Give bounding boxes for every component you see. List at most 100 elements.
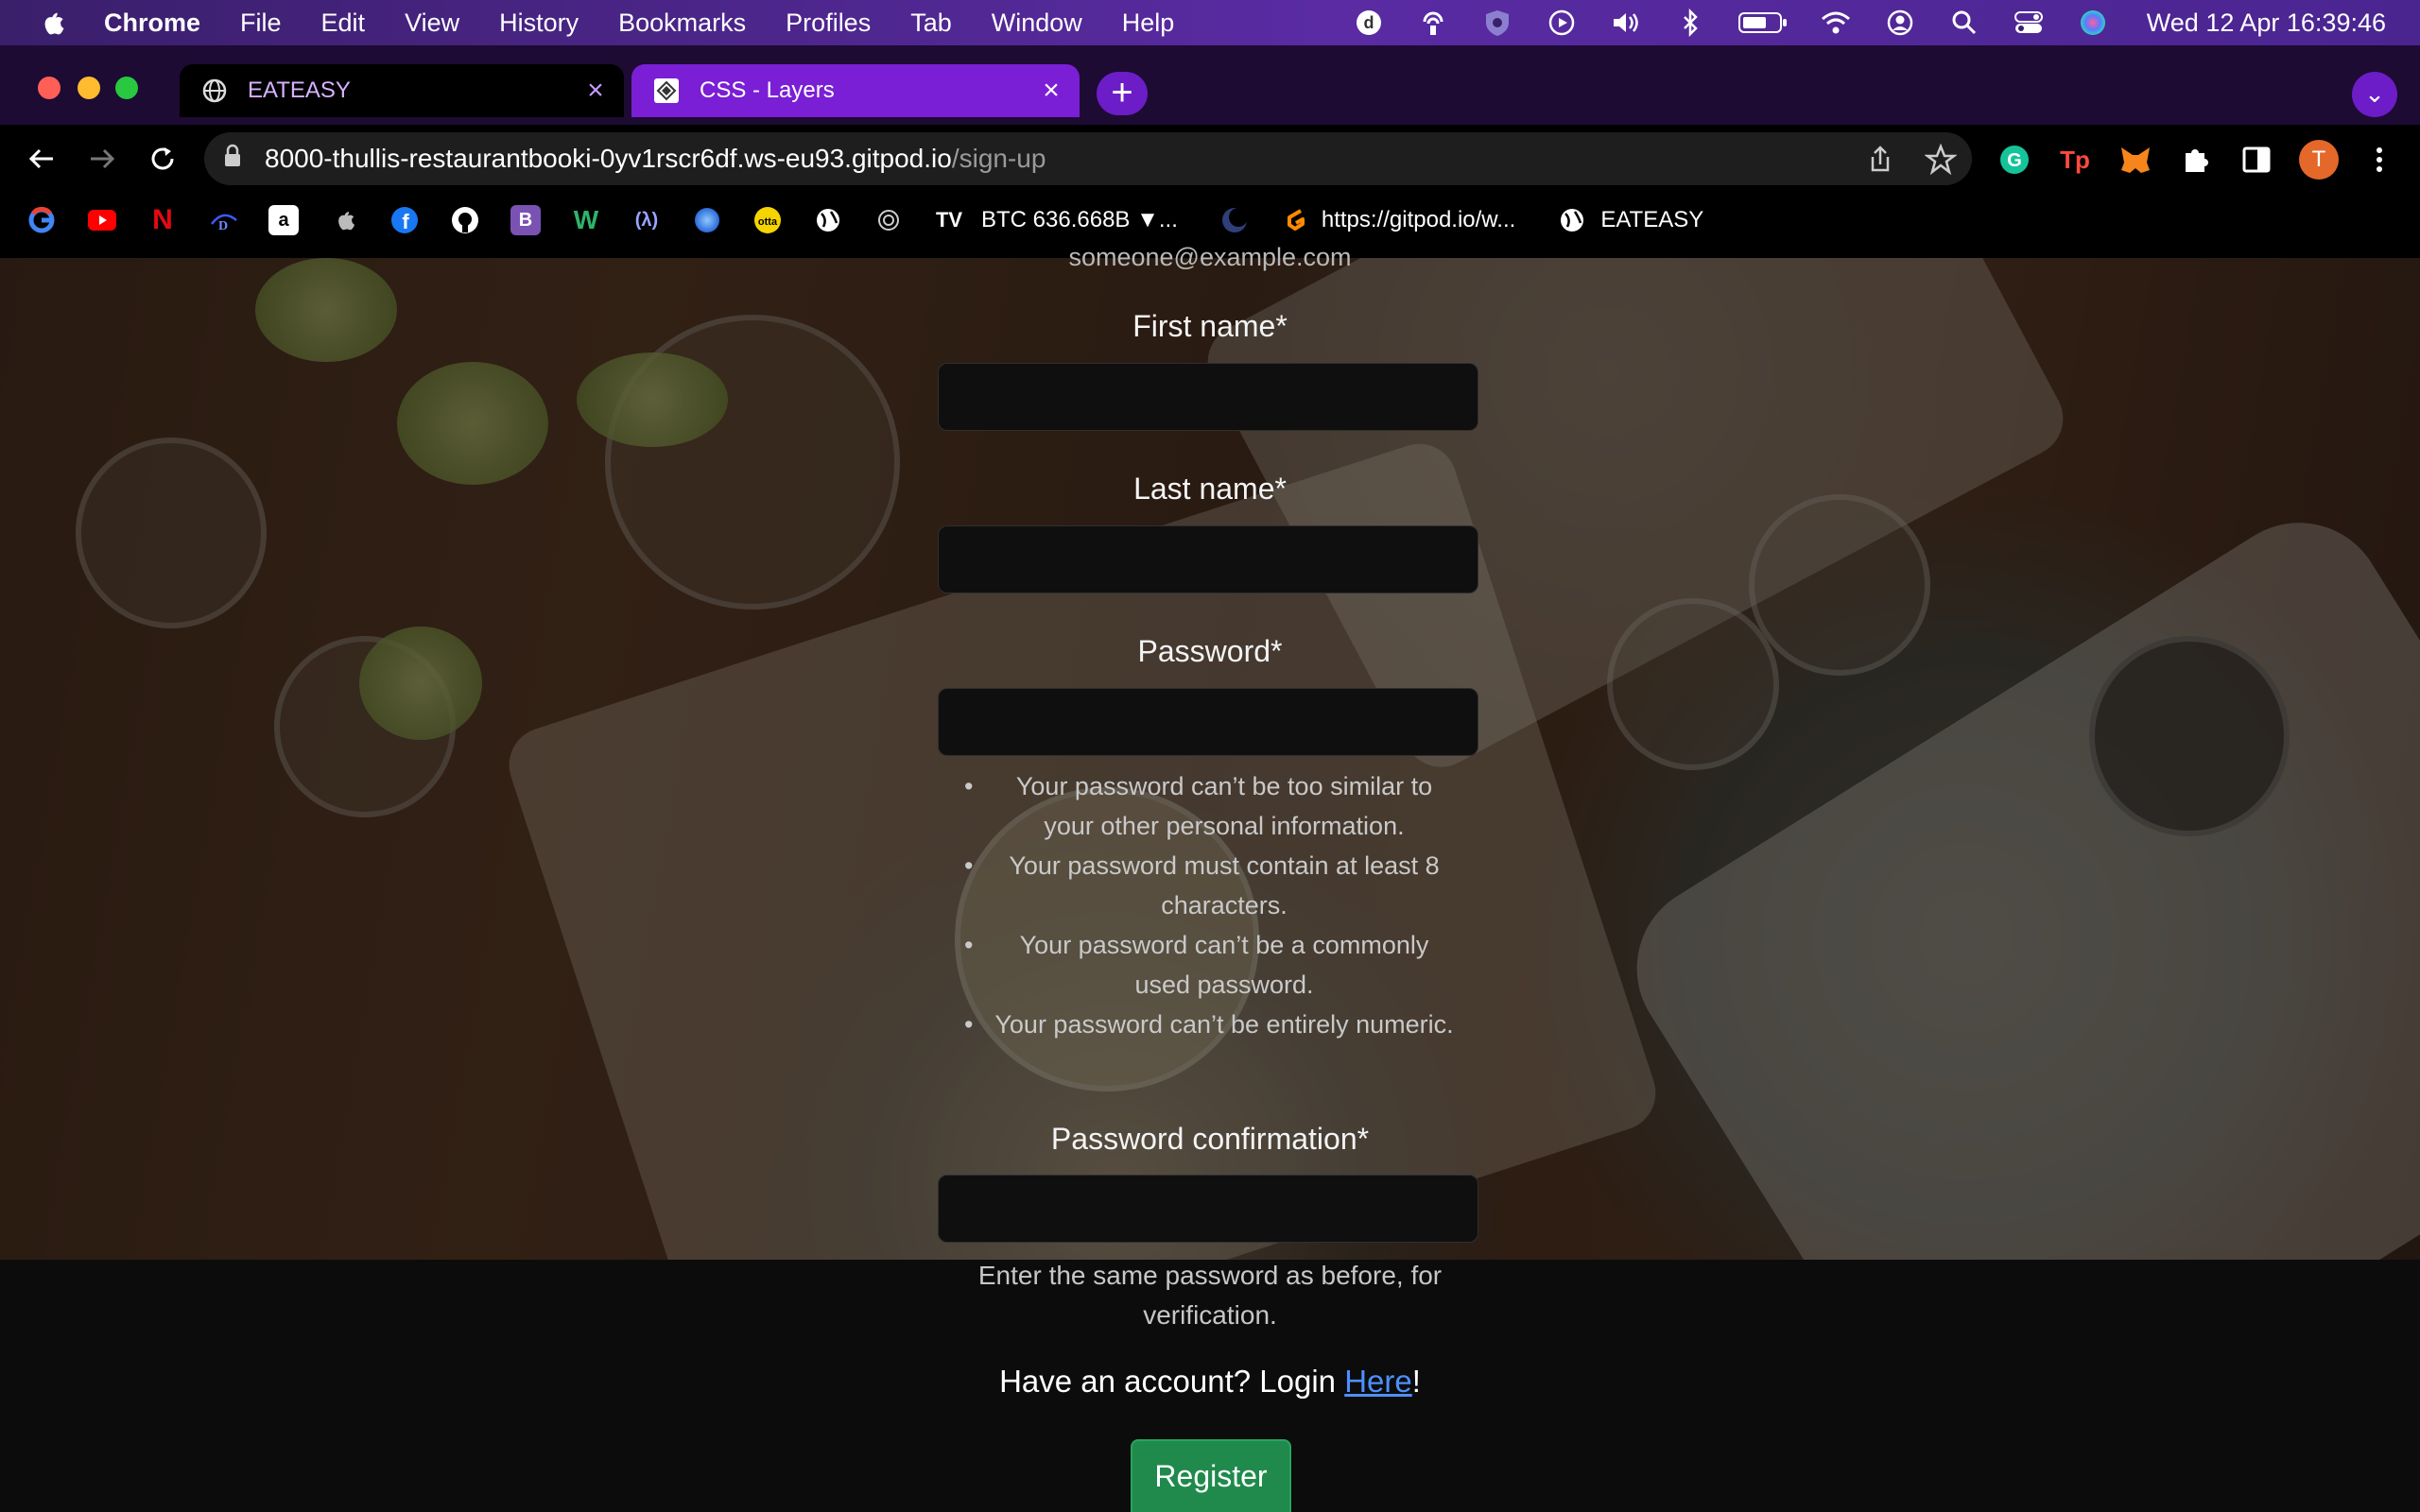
user-account-icon[interactable] bbox=[1884, 7, 1916, 39]
tab-search-chevron-icon[interactable]: ⌄ bbox=[2352, 72, 2397, 117]
email-placeholder-hint: someone@example.com bbox=[1068, 243, 1352, 271]
globe-bookmark-icon[interactable] bbox=[813, 205, 843, 235]
bookmark-btc[interactable]: BTC 636.668B ▼... bbox=[981, 207, 1178, 233]
gitpod-bookmark-icon[interactable] bbox=[1280, 205, 1310, 235]
grammarly-extension-icon[interactable]: G bbox=[1996, 142, 2032, 178]
tab-eateasy[interactable]: EATEASY × bbox=[180, 64, 624, 117]
circle-bookmark-icon[interactable] bbox=[873, 205, 904, 235]
window-minimize-button[interactable] bbox=[78, 77, 100, 99]
globe-bookmark-icon[interactable] bbox=[1557, 205, 1587, 235]
url-host: 8000-thullis-restaurantbooki-0yv1rscr6df… bbox=[265, 144, 952, 173]
bootstrap-bookmark-icon[interactable]: B bbox=[510, 205, 541, 235]
disney-bookmark-icon[interactable]: D bbox=[208, 205, 238, 235]
menu-bookmarks[interactable]: Bookmarks bbox=[618, 9, 746, 38]
play-circle-icon[interactable] bbox=[1546, 7, 1578, 39]
svg-text:otta: otta bbox=[758, 216, 778, 228]
github-bookmark-icon[interactable] bbox=[450, 205, 480, 235]
tab-css-layers[interactable]: CSS - Layers × bbox=[631, 64, 1080, 117]
netflix-bookmark-icon[interactable]: N bbox=[147, 204, 178, 235]
menu-view[interactable]: View bbox=[405, 9, 459, 38]
globe-icon bbox=[200, 77, 229, 105]
metamask-fox-icon[interactable] bbox=[2118, 142, 2153, 178]
menu-help[interactable]: Help bbox=[1122, 9, 1175, 38]
password-input[interactable] bbox=[938, 688, 1478, 756]
menu-edit[interactable]: Edit bbox=[321, 9, 366, 38]
share-icon[interactable] bbox=[1864, 144, 1896, 176]
svg-text:d: d bbox=[1363, 13, 1374, 32]
lambda-bookmark-icon[interactable]: (λ) bbox=[631, 205, 662, 235]
airdrop-icon[interactable] bbox=[1417, 7, 1449, 39]
bookmarks-bar: N D a f B W (λ) otta TV BTC 636.668B ▼..… bbox=[0, 193, 2420, 248]
bluetooth-icon[interactable] bbox=[1674, 7, 1706, 39]
bookmark-gitpod[interactable]: https://gitpod.io/w... bbox=[1322, 207, 1515, 233]
extensions-puzzle-icon[interactable] bbox=[2178, 142, 2214, 178]
google-bookmark-icon[interactable] bbox=[26, 205, 57, 235]
w-bookmark-icon[interactable]: W bbox=[571, 205, 601, 235]
menu-bar-status-area: d Wed 12 Apr 16:39:46 bbox=[1321, 0, 2386, 45]
facebook-bookmark-icon[interactable]: f bbox=[389, 205, 420, 235]
first-name-input[interactable] bbox=[938, 363, 1478, 431]
menu-history[interactable]: History bbox=[499, 9, 579, 38]
more-menu-icon[interactable] bbox=[2361, 142, 2397, 178]
menu-app-chrome[interactable]: Chrome bbox=[104, 9, 200, 38]
last-name-input[interactable] bbox=[938, 525, 1478, 593]
volume-icon[interactable] bbox=[1610, 7, 1642, 39]
apple-icon[interactable] bbox=[38, 8, 66, 38]
svg-text:G: G bbox=[2007, 150, 2022, 171]
browser-window-chrome: EATEASY × CSS - Layers × + ⌄ 8000-thulli… bbox=[0, 45, 2420, 258]
shield-icon[interactable] bbox=[1481, 7, 1513, 39]
otta-bookmark-icon[interactable]: otta bbox=[752, 205, 783, 235]
wifi-icon[interactable] bbox=[1820, 7, 1852, 39]
moon-bookmark-icon[interactable] bbox=[1219, 205, 1250, 235]
menu-profiles[interactable]: Profiles bbox=[786, 9, 871, 38]
tab-close-icon[interactable]: × bbox=[1038, 77, 1064, 105]
youtube-bookmark-icon[interactable] bbox=[87, 205, 117, 235]
password-rule: Your password can’t be entirely numeric. bbox=[964, 1005, 1456, 1044]
login-prompt: Have an account? Login Here! bbox=[936, 1364, 1484, 1400]
password-confirmation-input[interactable] bbox=[938, 1175, 1478, 1243]
tab-title: CSS - Layers bbox=[700, 77, 835, 103]
menu-bar-clock[interactable]: Wed 12 Apr 16:39:46 bbox=[2147, 9, 2386, 38]
spotlight-search-icon[interactable] bbox=[1948, 7, 1980, 39]
globe-blue-bookmark-icon[interactable] bbox=[692, 205, 722, 235]
siri-icon[interactable] bbox=[2077, 7, 2109, 39]
menu-tab[interactable]: Tab bbox=[910, 9, 952, 38]
login-here-link[interactable]: Here bbox=[1344, 1364, 1412, 1399]
profile-avatar[interactable]: T bbox=[2299, 140, 2339, 180]
battery-icon[interactable] bbox=[1737, 7, 1788, 39]
window-close-button[interactable] bbox=[38, 77, 60, 99]
bookmark-eateasy[interactable]: EATEASY bbox=[1600, 207, 1703, 233]
password-label: Password* bbox=[1137, 634, 1283, 668]
control-center-icon[interactable] bbox=[2013, 7, 2045, 39]
login-prompt-suffix: ! bbox=[1411, 1364, 1421, 1399]
first-name-label: First name* bbox=[1132, 309, 1288, 343]
last-name-label: Last name* bbox=[1133, 472, 1287, 506]
register-button[interactable]: Register bbox=[1131, 1439, 1291, 1512]
amazon-bookmark-icon[interactable]: a bbox=[268, 205, 299, 235]
browser-toolbar: 8000-thullis-restaurantbooki-0yv1rscr6df… bbox=[0, 125, 2420, 193]
url-path: /sign-up bbox=[951, 144, 1046, 173]
window-zoom-button[interactable] bbox=[115, 77, 138, 99]
tradingview-bookmark-icon[interactable]: TV bbox=[934, 205, 964, 235]
apple-bookmark-icon[interactable] bbox=[329, 205, 359, 235]
lock-icon[interactable] bbox=[223, 144, 242, 175]
menu-window[interactable]: Window bbox=[992, 9, 1082, 38]
svg-text:Tp: Tp bbox=[2060, 146, 2090, 174]
codeinstitute-logo-icon bbox=[652, 77, 681, 105]
tab-title: EATEASY bbox=[248, 77, 351, 103]
new-tab-button[interactable]: + bbox=[1097, 72, 1148, 115]
password-rule: Your password must contain at least 8 ch… bbox=[964, 846, 1456, 925]
side-panel-icon[interactable] bbox=[2238, 142, 2274, 178]
reload-icon[interactable] bbox=[144, 140, 182, 178]
password-rule: Your password can’t be too similar to yo… bbox=[964, 766, 1456, 846]
login-prompt-text: Have an account? Login bbox=[999, 1364, 1345, 1399]
tp-extension-icon[interactable]: Tp bbox=[2057, 142, 2093, 178]
menu-file[interactable]: File bbox=[240, 9, 282, 38]
address-bar[interactable]: 8000-thullis-restaurantbooki-0yv1rscr6df… bbox=[204, 132, 1972, 185]
d-app-icon[interactable]: d bbox=[1353, 7, 1385, 39]
back-arrow-icon[interactable] bbox=[23, 140, 60, 178]
forward-arrow-icon[interactable] bbox=[83, 140, 121, 178]
password-confirmation-label: Password confirmation* bbox=[1050, 1122, 1370, 1156]
tab-close-icon[interactable]: × bbox=[582, 77, 609, 105]
bookmark-star-icon[interactable] bbox=[1924, 143, 1958, 176]
